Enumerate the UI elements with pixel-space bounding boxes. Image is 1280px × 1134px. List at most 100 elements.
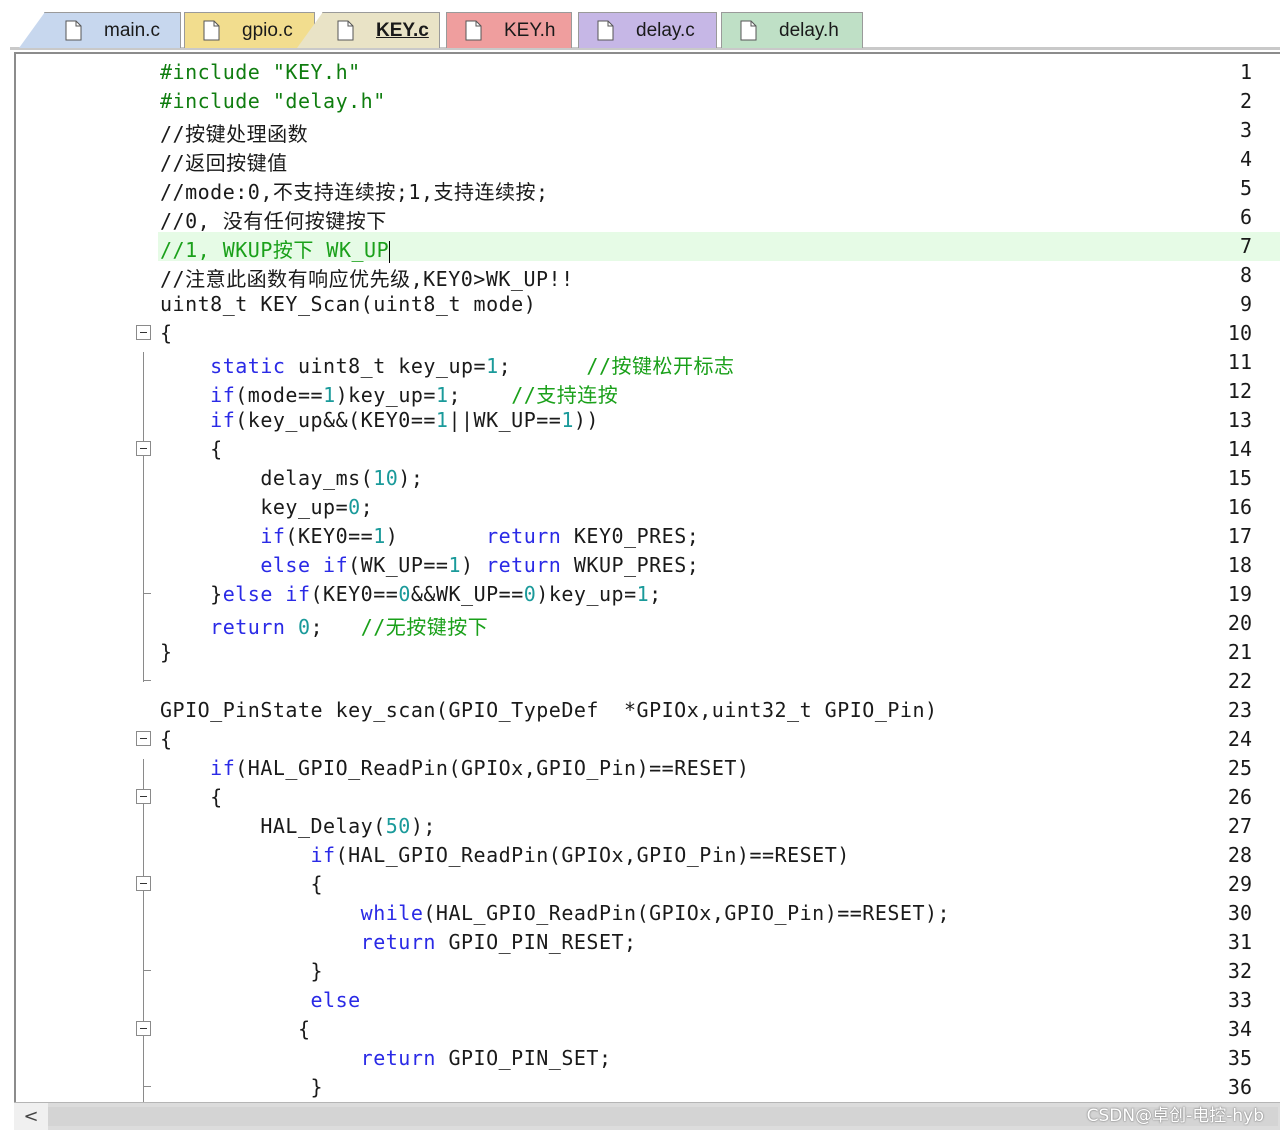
code-line[interactable]: 1 #include "KEY.h" [16, 58, 1280, 87]
line-number: 10 [1227, 321, 1252, 345]
code-line[interactable]: 27 HAL_Delay(50); [16, 812, 1280, 841]
code-line[interactable]: 20 return 0; //无按键按下 [16, 609, 1280, 639]
fold-collapse-icon[interactable] [136, 876, 151, 891]
code-line[interactable]: 23 GPIO_PinState key_scan(GPIO_TypeDef *… [16, 696, 1280, 725]
line-number: 31 [1227, 930, 1252, 954]
code-line[interactable]: 14 { [16, 435, 1280, 464]
code-line[interactable]: 6 //0, 没有任何按键按下 [16, 203, 1280, 233]
fold-collapse-icon[interactable] [136, 1021, 151, 1036]
tab-label: KEY.c [376, 19, 429, 41]
line-number: 19 [1227, 582, 1252, 606]
fold-collapse-icon[interactable] [136, 441, 151, 456]
code-line[interactable]: 13 if(key_up&&(KEY0==1||WK_UP==1)) [16, 406, 1280, 435]
code-line[interactable]: 30 while(HAL_GPIO_ReadPin(GPIOx,GPIO_Pin… [16, 899, 1280, 928]
editor-tab-bar: main.c gpio.c KEY.c KEY.h delay.c delay.… [0, 0, 1280, 50]
code-line[interactable]: 10 { [16, 319, 1280, 348]
line-text: } [310, 1075, 324, 1099]
scroll-left-arrow-icon[interactable]: < [14, 1103, 48, 1130]
code-line[interactable]: 33 else [16, 986, 1280, 1015]
line-text: else if(WK_UP==1) return WKUP_PRES; [260, 553, 700, 577]
current-line[interactable]: 7 //1, WKUP按下 WK_UP [16, 232, 1280, 263]
code-line[interactable]: 2 #include "delay.h" [16, 87, 1280, 116]
line-text: static uint8_t key_up=1; //按键松开标志 [210, 354, 735, 378]
line-number: 22 [1227, 669, 1252, 693]
line-text: if(mode==1)key_up=1; //支持连按 [210, 383, 619, 407]
tab-delay-h[interactable]: delay.h [721, 12, 863, 48]
code-editor[interactable]: 1 #include "KEY.h" 2 #include "delay.h" … [14, 52, 1280, 1102]
line-number: 23 [1227, 698, 1252, 722]
file-icon [337, 20, 354, 41]
code-line[interactable]: 18 else if(WK_UP==1) return WKUP_PRES; [16, 551, 1280, 580]
code-line[interactable]: 24 { [16, 725, 1280, 754]
line-text: return GPIO_PIN_SET; [360, 1046, 612, 1070]
code-line[interactable]: 35 return GPIO_PIN_SET; [16, 1044, 1280, 1073]
line-number: 13 [1227, 408, 1252, 432]
code-line[interactable]: 11 static uint8_t key_up=1; //按键松开标志 [16, 348, 1280, 378]
line-number: 28 [1227, 843, 1252, 867]
tab-delay-c[interactable]: delay.c [578, 12, 717, 48]
fold-collapse-icon[interactable] [136, 731, 151, 746]
line-text: } [160, 640, 173, 664]
code-line[interactable]: 32 } [16, 957, 1280, 986]
fold-collapse-icon[interactable] [136, 325, 151, 340]
line-number: 24 [1227, 727, 1252, 751]
tab-main-c[interactable]: main.c [44, 12, 181, 48]
line-text: if(key_up&&(KEY0==1||WK_UP==1)) [210, 408, 599, 432]
file-icon [203, 20, 220, 41]
line-text: }else if(KEY0==0&&WK_UP==0)key_up=1; [210, 582, 662, 606]
fold-collapse-icon[interactable] [136, 789, 151, 804]
line-text: if(HAL_GPIO_ReadPin(GPIOx,GPIO_Pin)==RES… [310, 843, 850, 867]
line-text: uint8_t KEY_Scan(uint8_t mode) [160, 292, 537, 316]
line-text: { [310, 872, 324, 896]
code-line[interactable]: 26 { [16, 783, 1280, 812]
line-text: { [210, 437, 223, 461]
line-number: 30 [1227, 901, 1252, 925]
code-line[interactable]: 31 return GPIO_PIN_RESET; [16, 928, 1280, 957]
line-text: } [310, 959, 324, 983]
file-icon [465, 20, 482, 41]
line-number: 12 [1227, 379, 1252, 403]
code-line[interactable]: 22 [16, 667, 1280, 696]
tab-gpio-c[interactable]: gpio.c [184, 12, 315, 48]
line-text: { [160, 727, 173, 751]
gutter-cell [16, 232, 158, 261]
line-number: 15 [1227, 466, 1252, 490]
code-line[interactable]: 36 } [16, 1073, 1280, 1102]
tab-label: delay.c [636, 19, 695, 41]
code-line[interactable]: 29 { [16, 870, 1280, 899]
line-text: //返回按键值 [160, 151, 288, 175]
code-line[interactable]: 17 if(KEY0==1) return KEY0_PRES; [16, 522, 1280, 551]
line-number: 34 [1227, 1017, 1252, 1041]
code-line[interactable]: 28 if(HAL_GPIO_ReadPin(GPIOx,GPIO_Pin)==… [16, 841, 1280, 870]
code-line[interactable]: 16 key_up=0; [16, 493, 1280, 522]
code-line[interactable]: 21 } [16, 638, 1280, 667]
code-line[interactable]: 15 delay_ms(10); [16, 464, 1280, 493]
file-icon [65, 20, 82, 41]
code-line[interactable]: 4 //返回按键值 [16, 145, 1280, 175]
line-text: #include "KEY.h" [160, 60, 361, 84]
line-text: //mode:0,不支持连续按;1,支持连续按; [160, 180, 549, 204]
line-text: delay_ms(10); [260, 466, 424, 490]
line-text: while(HAL_GPIO_ReadPin(GPIOx,GPIO_Pin)==… [360, 901, 951, 925]
code-line[interactable]: 8 //注意此函数有响应优先级,KEY0>WK_UP!! [16, 261, 1280, 291]
text-caret [389, 240, 391, 263]
tab-key-c[interactable]: KEY.c [322, 12, 440, 48]
code-line[interactable]: 25 if(HAL_GPIO_ReadPin(GPIOx,GPIO_Pin)==… [16, 754, 1280, 783]
code-line[interactable]: 34 { [16, 1015, 1280, 1044]
line-text: { [160, 321, 173, 345]
code-line[interactable]: 3 //按键处理函数 [16, 116, 1280, 146]
code-line[interactable]: 9 uint8_t KEY_Scan(uint8_t mode) [16, 290, 1280, 319]
line-number: 17 [1227, 524, 1252, 548]
code-line[interactable]: 19 }else if(KEY0==0&&WK_UP==0)key_up=1; [16, 580, 1280, 609]
line-text: GPIO_PinState key_scan(GPIO_TypeDef *GPI… [160, 698, 938, 722]
tab-key-h[interactable]: KEY.h [446, 12, 572, 48]
watermark-text: CSDN@卓创-电控-hyb [1086, 1106, 1264, 1126]
code-line[interactable]: 12 if(mode==1)key_up=1; //支持连按 [16, 377, 1280, 407]
line-number: 21 [1227, 640, 1252, 664]
line-text: key_up=0; [260, 495, 374, 519]
line-text: if(KEY0==1) return KEY0_PRES; [260, 524, 700, 548]
line-number: 3 [1239, 118, 1252, 142]
line-number: 16 [1227, 495, 1252, 519]
line-number: 8 [1239, 263, 1252, 287]
code-line[interactable]: 5 //mode:0,不支持连续按;1,支持连续按; [16, 174, 1280, 204]
